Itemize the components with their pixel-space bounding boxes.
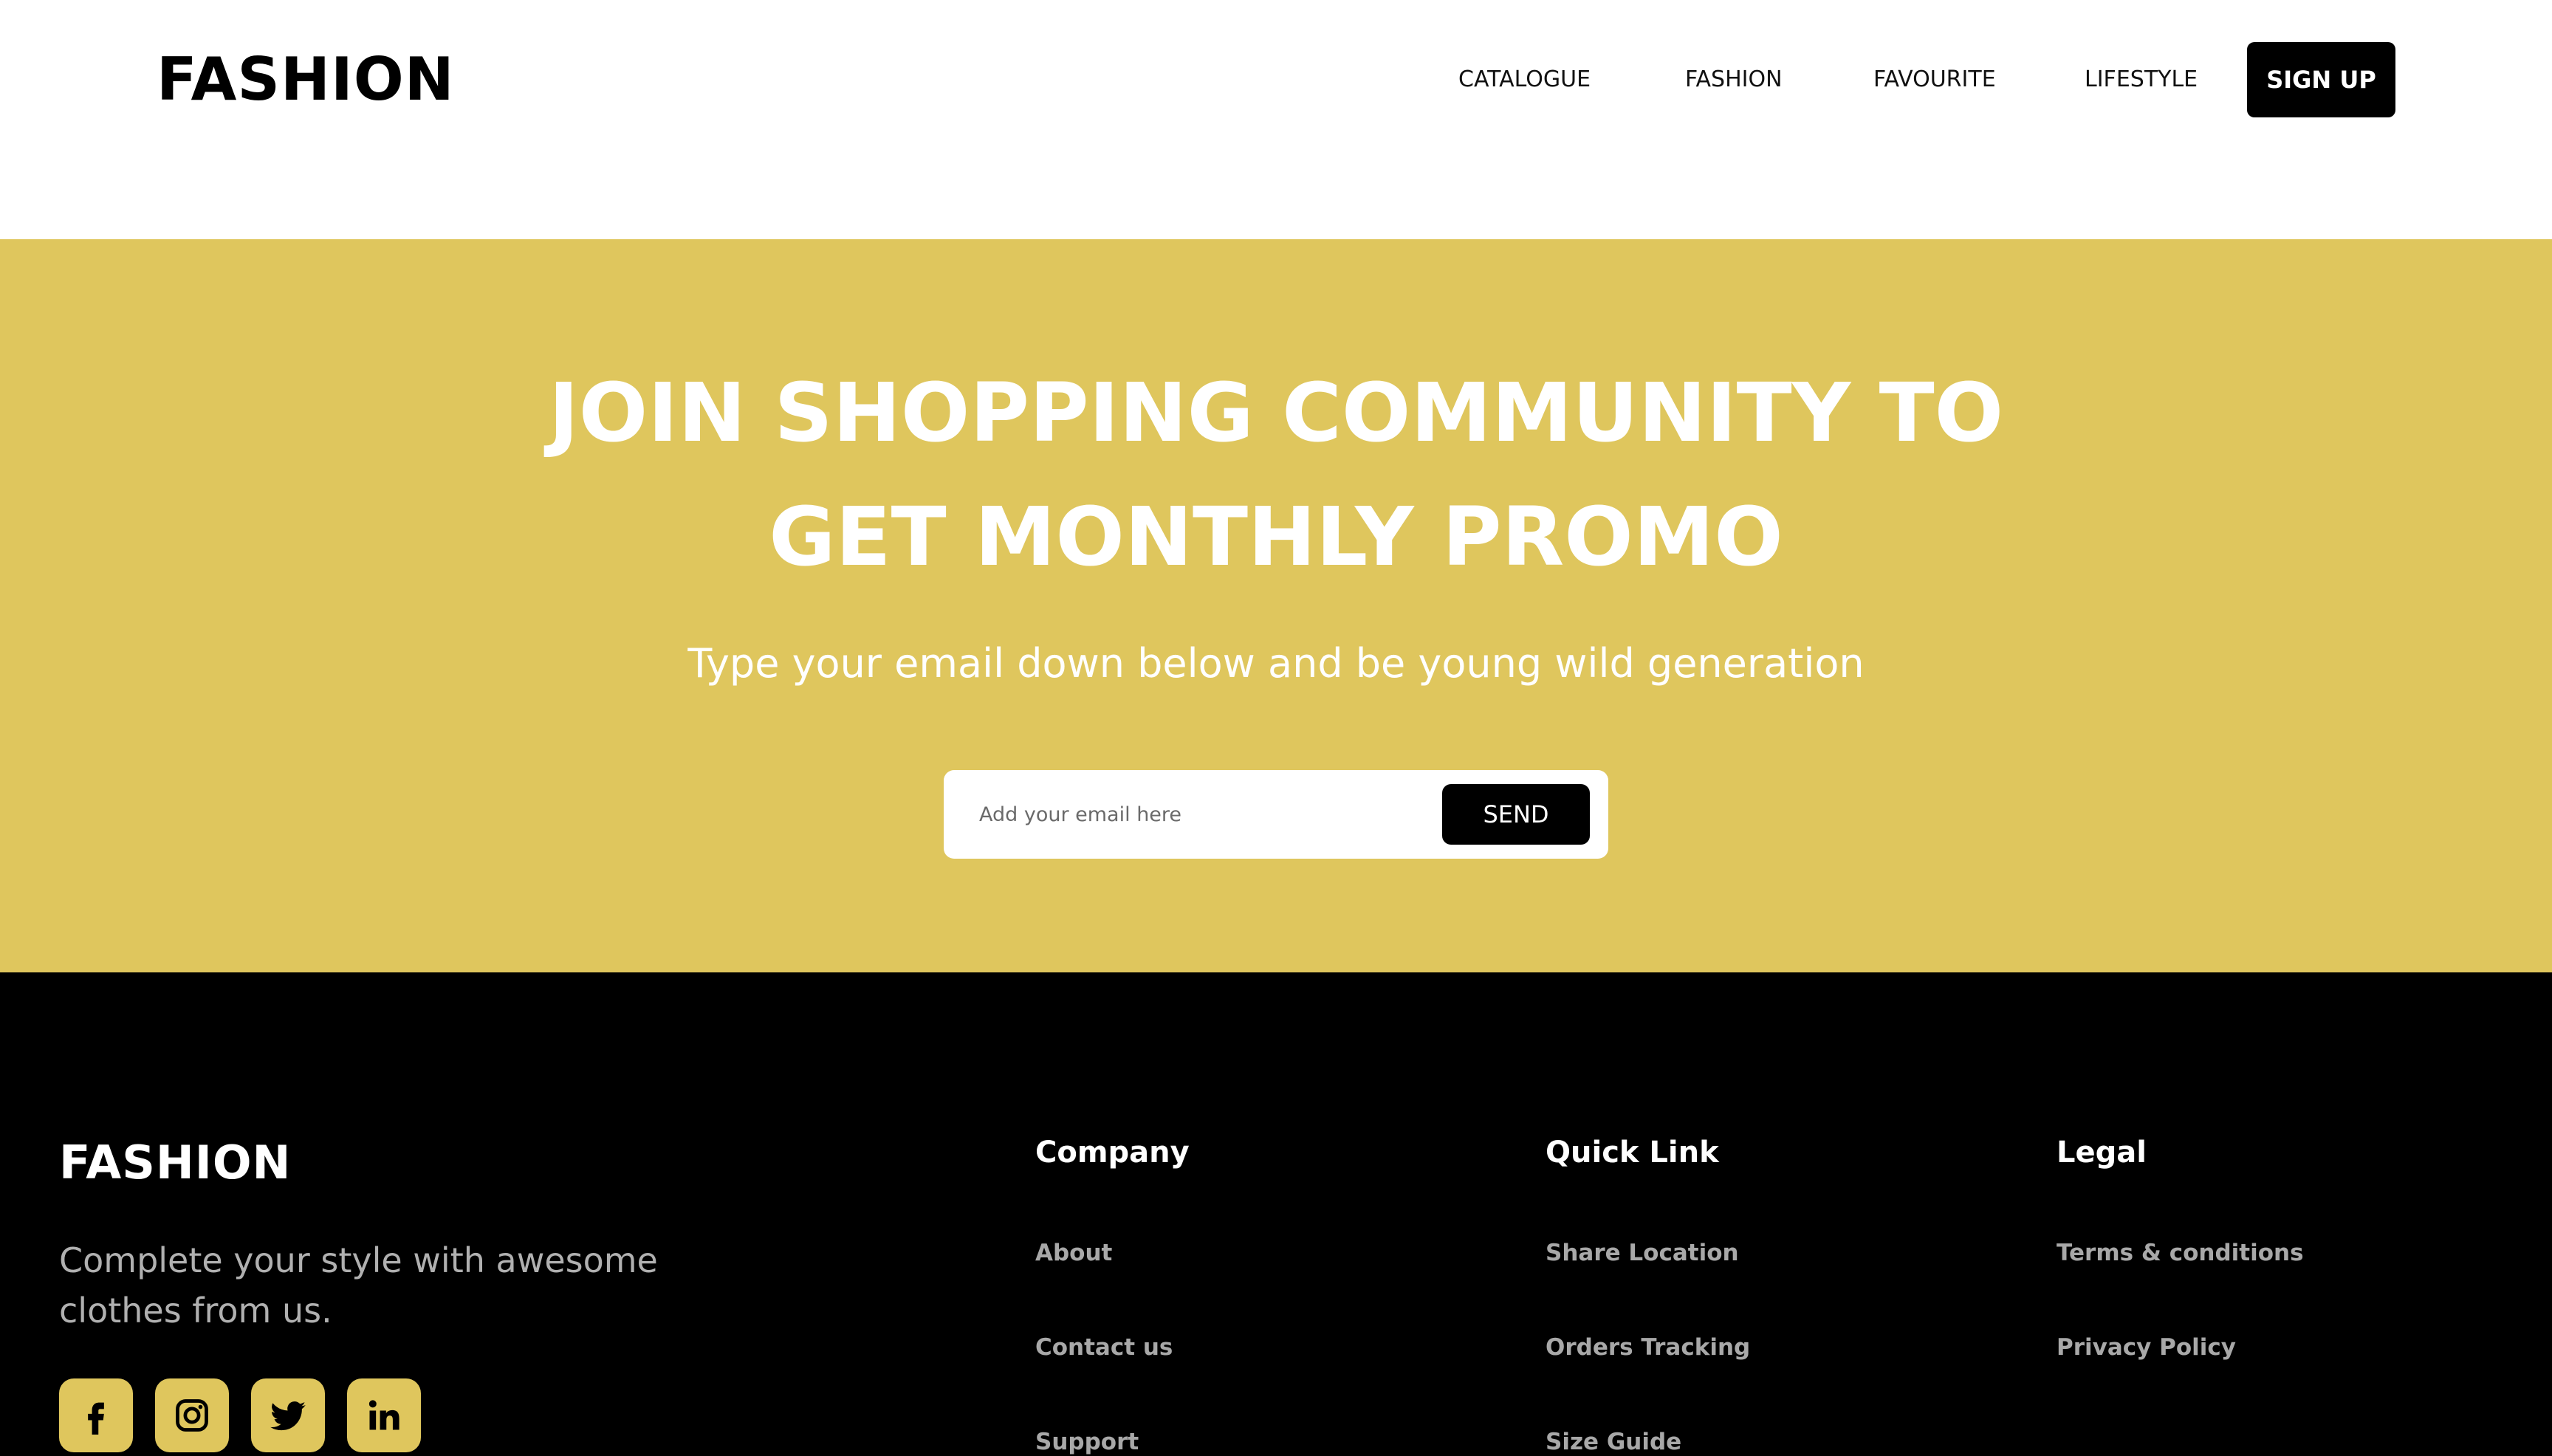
footer-link-share-location[interactable]: Share Location — [1546, 1237, 1739, 1269]
promo-title-line-1: JOIN SHOPPING COMMUNITY TO — [548, 365, 2004, 460]
facebook-button[interactable] — [59, 1378, 133, 1452]
footer-link-orders-tracking[interactable]: Orders Tracking — [1546, 1331, 1750, 1364]
linkedin-icon — [368, 1400, 399, 1430]
footer-link-size-guide[interactable]: Size Guide — [1546, 1426, 1681, 1456]
footer-logo[interactable]: FASHION — [59, 1136, 291, 1189]
nav-lifestyle[interactable]: LIFESTYLE — [2085, 62, 2198, 97]
nav-catalogue[interactable]: CATALOGUE — [1458, 62, 1591, 97]
promo-subtitle: Type your email down below and be young … — [687, 640, 1865, 687]
footer-link-contact-us[interactable]: Contact us — [1035, 1331, 1173, 1364]
send-button[interactable]: SEND — [1442, 784, 1590, 845]
page: FASHION CATALOGUE FASHION FAVOURITE LIFE… — [0, 0, 2552, 1456]
nav-fashion[interactable]: FASHION — [1685, 62, 1783, 97]
nav-favourite[interactable]: FAVOURITE — [1873, 62, 1996, 97]
site-footer: FASHION Complete your style with awesome… — [0, 972, 2552, 1456]
email-form: SEND — [944, 770, 1608, 859]
twitter-button[interactable] — [251, 1378, 325, 1452]
site-header: FASHION CATALOGUE FASHION FAVOURITE LIFE… — [0, 0, 2552, 239]
footer-link-about[interactable]: About — [1035, 1237, 1112, 1269]
footer-column-title-company: Company — [1035, 1136, 1190, 1170]
instagram-button[interactable] — [155, 1378, 229, 1452]
footer-tagline: Complete your style with awesome clothes… — [59, 1240, 658, 1330]
footer-link-support[interactable]: Support — [1035, 1426, 1139, 1456]
footer-link-terms[interactable]: Terms & conditions — [2057, 1237, 2304, 1269]
linkedin-button[interactable] — [347, 1378, 421, 1452]
newsletter-section: JOIN SHOPPING COMMUNITY TO GET MONTHLY P… — [0, 239, 2552, 972]
sign-up-button[interactable]: SIGN UP — [2247, 42, 2395, 117]
instagram-icon — [176, 1399, 208, 1432]
promo-title-line-2: GET MONTHLY PROMO — [769, 490, 1783, 584]
facebook-icon — [88, 1402, 104, 1435]
email-input[interactable] — [979, 792, 1393, 837]
footer-column-title-quick-link: Quick Link — [1546, 1136, 1719, 1170]
footer-column-title-legal: Legal — [2057, 1136, 2147, 1170]
header-logo[interactable]: FASHION — [157, 44, 455, 115]
footer-link-privacy-policy[interactable]: Privacy Policy — [2057, 1331, 2236, 1364]
twitter-icon — [270, 1401, 306, 1431]
